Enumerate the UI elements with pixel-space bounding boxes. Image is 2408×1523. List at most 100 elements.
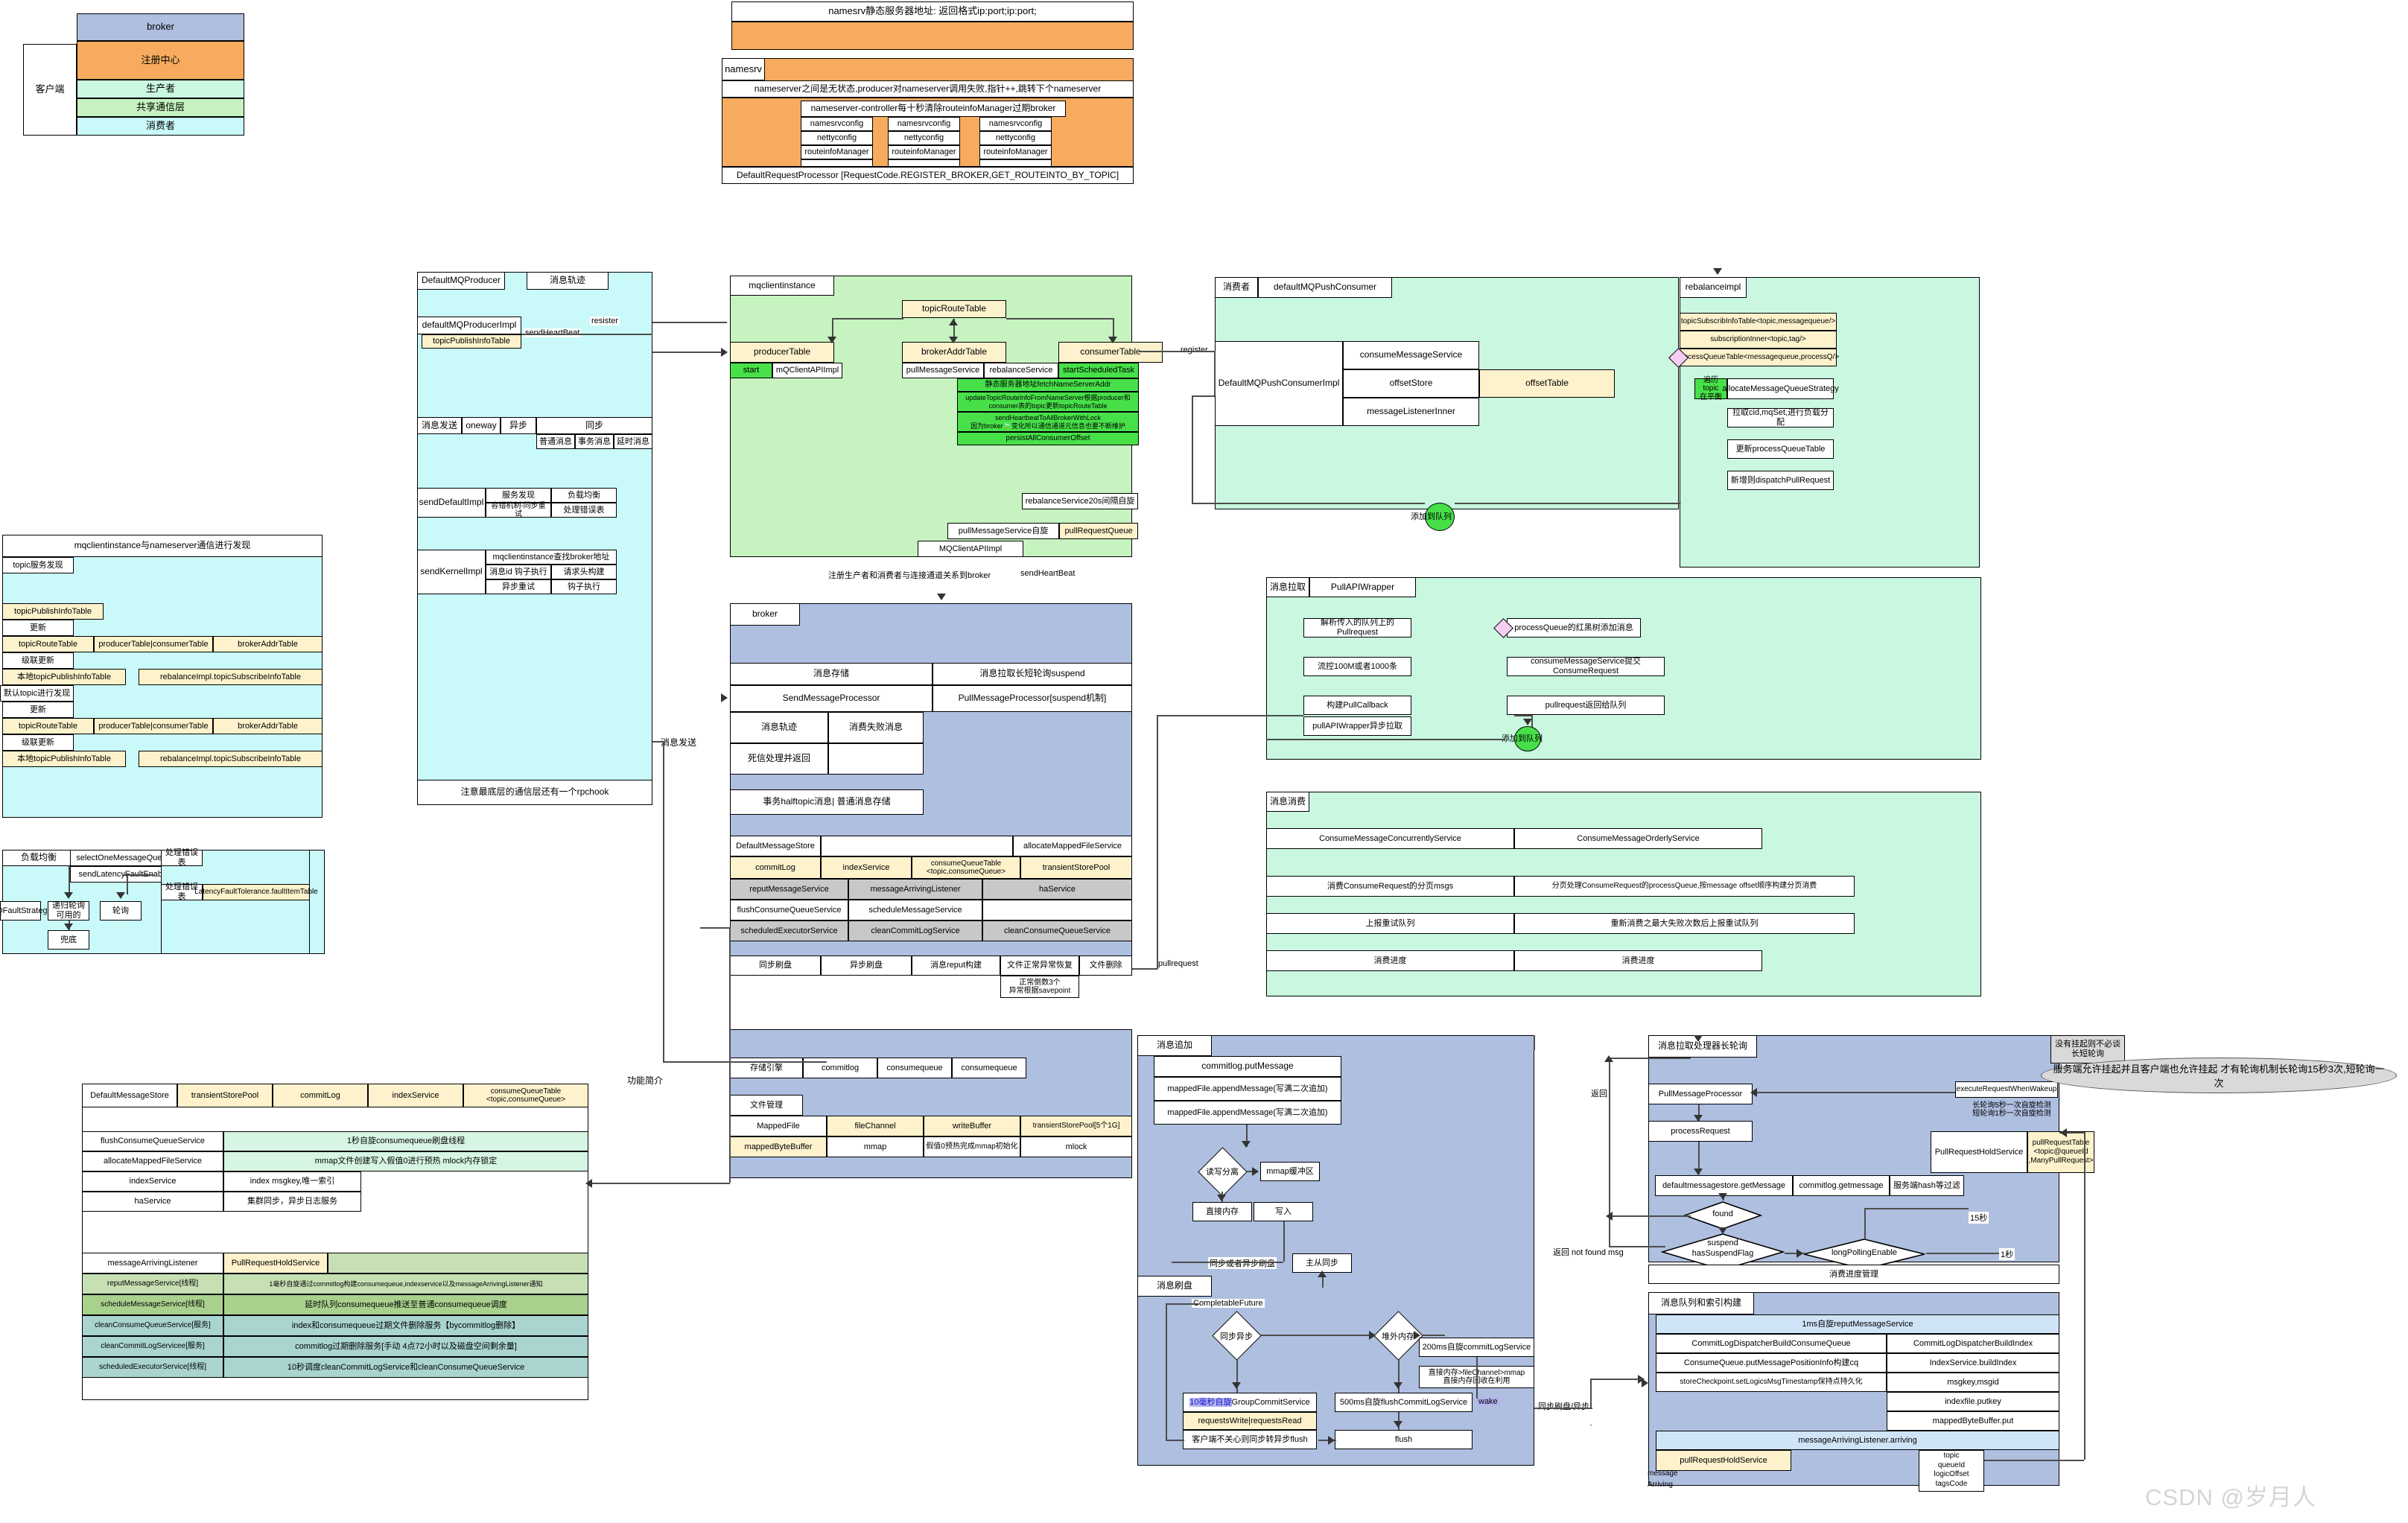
msgstore-row2-key: scheduleMessageService[线程] (82, 1294, 223, 1315)
mqclient-service-label: rebalanceService (989, 366, 1053, 375)
mqclient-title: mqclientinstance (730, 276, 834, 296)
discovery-rebalance-sub-label: rebalanceImpl.topicSubscribeInfoTable (160, 754, 301, 763)
namesrv-cell: namesrvconfig (801, 117, 873, 131)
flush-group-commit: 10毫秒自旋 GroupCommitService (1183, 1393, 1317, 1412)
broker-store-header: 消息存储 (730, 663, 933, 685)
overview-layer-registry: 注册中心 (77, 41, 244, 80)
broker-store-header-label: 消息存储 (813, 668, 849, 679)
storage-engine-cell-label: consumequeue (961, 1063, 1017, 1072)
producer-sdi-cell: 负载均衡 (551, 488, 617, 503)
loadbalance-badge-label: 负载均衡 (20, 852, 57, 863)
arrow-up-icon (1318, 1271, 1327, 1277)
queueindex-right-cell: mappedByteBuffer.put (1887, 1411, 2059, 1431)
mqclient-task-label: sendHeartbeatToAllBrokerWithLock 因为broke… (970, 414, 1125, 430)
mqclient-register-arrow-label: register (1179, 346, 1210, 354)
storage-file-cell-label: writeBuffer (952, 1121, 992, 1131)
global-line (1266, 739, 1268, 740)
producer-trace: 消息轨迹 (527, 272, 609, 290)
broker-title: broker (730, 603, 800, 626)
pull-left-step: 流控100M或者1000条 (1303, 657, 1411, 676)
broker-store-cell-label: transientStorePool (1042, 862, 1111, 872)
namesrv-title: namesrv (722, 58, 765, 80)
msgstore-row2-val-label: 10秒调度cleanCommitLogService和cleanConsumeQ… (287, 1362, 525, 1372)
producer-ski-top-label: mqclientinstance查找broker地址 (492, 552, 610, 562)
producer-send-edge-label: 消息发送 (659, 736, 699, 748)
producer-sdi-cell-label: 处理错误表 (563, 505, 605, 515)
global-line (2084, 1132, 2085, 1460)
msgstore-row2-key-label: scheduleMessageService[线程] (101, 1300, 205, 1309)
longpoll-poll-note: 长轮询5秒一次自旋检测 短轮询1秒一次自旋检测 (1959, 1098, 2065, 1122)
discovery-table: topicRouteTable (2, 718, 94, 734)
msgstore-row2-key-label: cleanCommitLogServicee[服务] (101, 1342, 205, 1351)
producer-send-label: 异步 (509, 419, 527, 430)
discovery-default-topic: 默认topic进行发现 (0, 685, 74, 702)
arrow-down-icon (937, 594, 946, 600)
lp-line (1864, 1208, 1866, 1239)
append-put: commitlog.putMessage (1154, 1056, 1341, 1077)
storage-file-cell: MappedFile (730, 1116, 827, 1136)
rebalance-topic-sub-table: topicSubscribInfoTable<topic,messagequeu… (1680, 313, 1837, 331)
consumer-title-label: defaultMQPushConsumer (1273, 282, 1377, 293)
consume-cell-label: 消费进度 (1621, 956, 1655, 965)
queueindex-hold-label: pullRequestHoldService (1680, 1455, 1767, 1465)
rebalance-step: 拉取cid,mqSet,进行负载分配 (1727, 408, 1834, 427)
namesrv-cell: routeinfoManager (888, 145, 960, 159)
overview-layer-label: broker (147, 21, 174, 33)
consume-cell-label: ConsumeMessageConcurrentlyService (1319, 833, 1461, 843)
discovery-rebalance-sub2: rebalanceImpl.topicSubscribeInfoTable (139, 751, 323, 767)
consume-cell-label: ConsumeMessageOrderlyService (1577, 833, 1700, 843)
broker-title-label: broker (752, 608, 778, 620)
namesrv-title-label: namesrv (725, 63, 762, 74)
pull-title-label: PullAPIWrapper (1330, 581, 1395, 592)
append-mmapbuf-label: mmap缓冲区 (1266, 1166, 1314, 1176)
arrow-right-icon (721, 693, 728, 702)
storage-file-cell-label: fileChannel (854, 1121, 896, 1131)
namesrv-header: namesrv静态服务器地址: 返回格式ip:port;ip:port; (731, 1, 1134, 22)
producer-trace-label: 消息轨迹 (549, 275, 585, 286)
discovery-default-label: 默认topic进行发现 (3, 688, 71, 698)
flush-500-label: 500ms自旋flushCommitLogService (1339, 1397, 1468, 1407)
queueindex-right-label: msgkey,msgid (1947, 1377, 1999, 1387)
msgstore-header-label: DefaultMessageStore (90, 1090, 169, 1100)
flush-d1-label: 同步异步 (1220, 1332, 1253, 1341)
namesrv-cell-label: nettyconfig (816, 133, 857, 143)
consume-cell-label: 上报重试队列 (1365, 918, 1415, 928)
broker-send-processor-label: SendMessageProcessor (782, 693, 880, 704)
mqclient-scheduled-task: 静态服务器地址fetchNameServerAddr (957, 378, 1139, 392)
broker-store-cell: transientStorePool (1020, 856, 1132, 879)
msgstore-header-label: transientStorePool (191, 1090, 259, 1100)
msgstore-header-label: commitLog (300, 1090, 340, 1100)
global-line (700, 927, 730, 929)
rebalance-diamond-icon (1668, 347, 1689, 368)
namesrv-cell: routeinfoManager (979, 145, 1052, 159)
namesrv-cell-label: namesrvconfig (810, 119, 864, 129)
producer-msgtype: 延时消息 (614, 434, 652, 449)
broker-bottom-cell: 文件删除 (1079, 956, 1132, 976)
consume-cell: 重新消费之最大失败次数后上报重试队列 (1514, 913, 1855, 934)
loadbalance-roundrobin: 轮询 (100, 901, 142, 921)
producer-ski-label: sendKernelImpl (420, 566, 483, 577)
storage-file-cell: 假值0预热完成mmap初始化 (924, 1136, 1020, 1157)
broker-trace-cell-label: 消费失败消息 (848, 722, 903, 733)
lp-line (1864, 1208, 1969, 1209)
broker-bottom-label: 文件正常异常恢复 (1007, 961, 1073, 970)
producer-sdi-cell: 容错机制-同步重试 (486, 502, 551, 518)
discovery-cascade-label: 级联更新 (22, 737, 54, 747)
flush-client-note-label: 客户端不关心则同步转异步flush (1192, 1434, 1308, 1444)
producer-title-label: DefaultMQProducer (421, 275, 501, 286)
pull-title: PullAPIWrapper (1309, 577, 1416, 597)
mqclient-line (1006, 318, 1114, 319)
overview-client-box: 客户端 (23, 44, 77, 136)
broker-svc-label: cleanCommitLogService (871, 926, 960, 935)
pull-diamond-wrap (1493, 617, 1513, 638)
msgstore-row2-val: 10秒调度cleanCommitLogService和cleanConsumeQ… (223, 1357, 588, 1378)
msgstore-row2-key: reputMessageService[线程] (82, 1274, 223, 1294)
arrow-right-icon (1797, 1249, 1803, 1258)
global-line (1514, 715, 1532, 716)
discovery-table-label: topicRouteTable (19, 721, 77, 731)
append-direct-label: 直接内存 (1206, 1206, 1239, 1216)
global-line (1192, 503, 1425, 504)
storage-filemgmt-badge: 文件管理 (730, 1095, 803, 1116)
producer-tpit-label: topicPublishInfoTable (433, 337, 510, 346)
queueindex-right-label: CommitLogDispatcherBuildIndex (1913, 1338, 2033, 1348)
